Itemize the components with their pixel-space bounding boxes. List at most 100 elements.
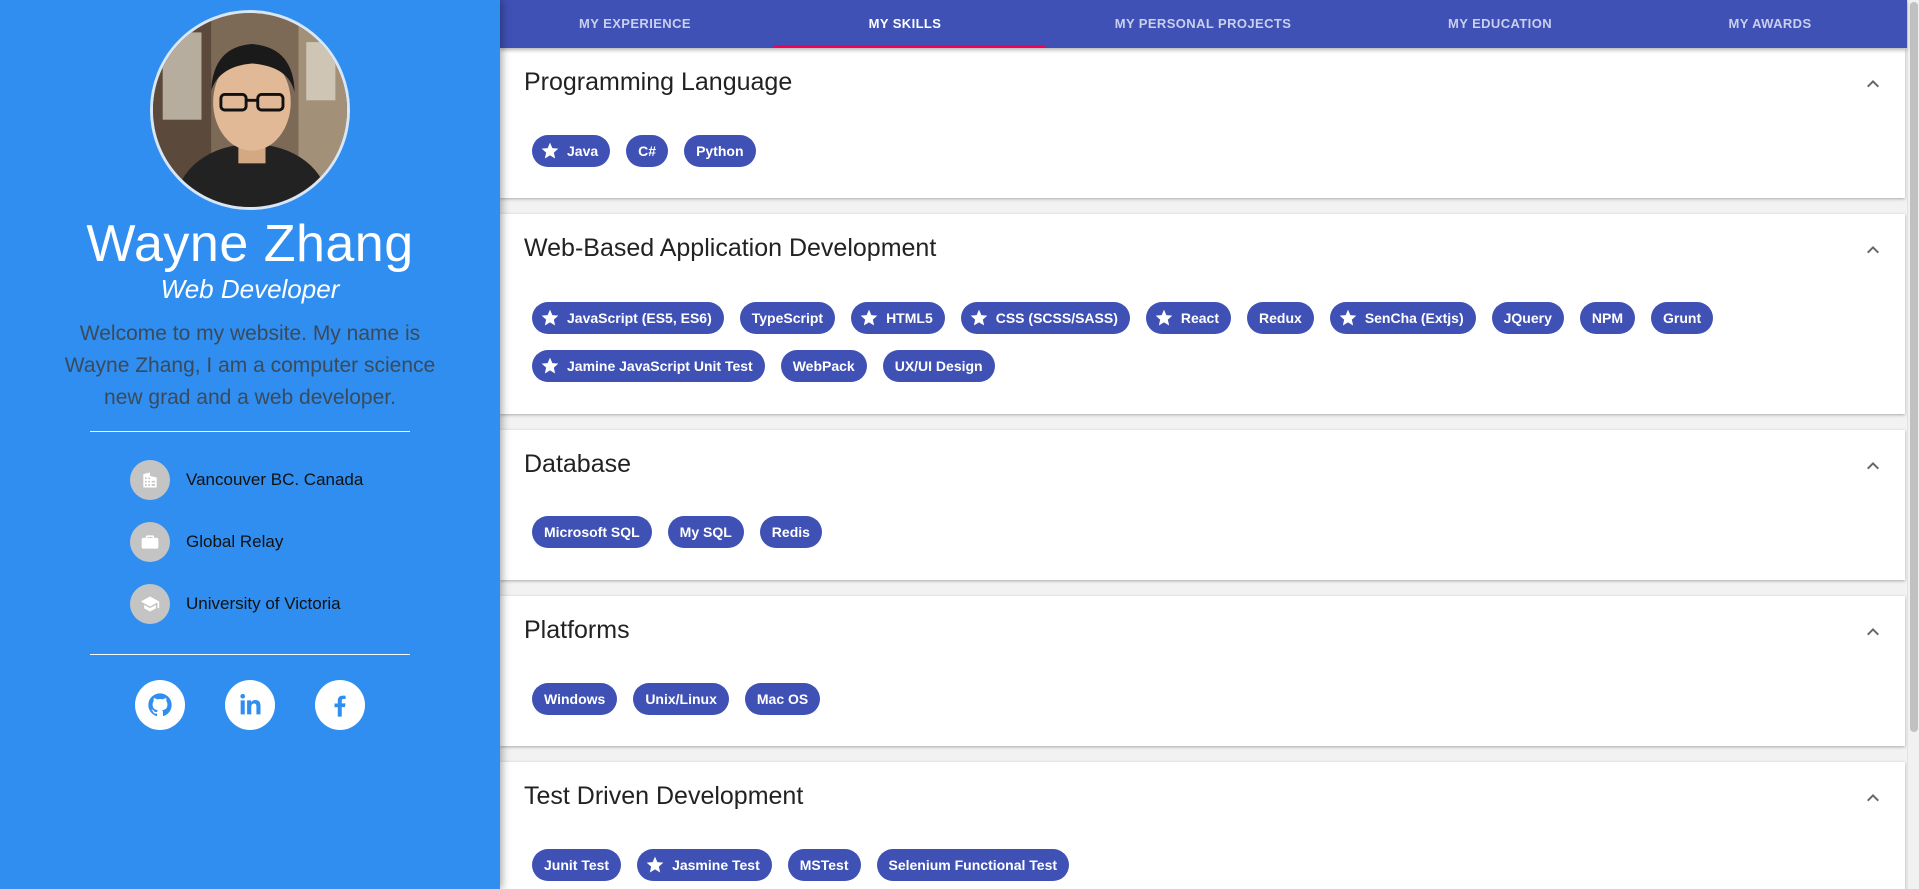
github-link[interactable]: [135, 680, 185, 730]
skill-chip[interactable]: TypeScript: [739, 302, 836, 334]
skill-chip-label: Jasmine Test: [672, 857, 760, 873]
star-icon: [540, 356, 560, 376]
skill-chip[interactable]: Grunt: [1651, 302, 1714, 334]
skill-chip-label: WebPack: [792, 358, 855, 374]
skill-chip[interactable]: React: [1145, 302, 1232, 334]
skill-chip-label: React: [1180, 310, 1220, 326]
skill-chip-label: Mac OS: [756, 691, 809, 707]
skill-chip[interactable]: C#: [626, 135, 669, 167]
chevron-up-icon[interactable]: [1861, 454, 1885, 478]
skill-chip[interactable]: Windows: [532, 683, 618, 715]
divider: [90, 431, 410, 432]
skill-chip-label: Grunt: [1663, 310, 1702, 326]
skill-chip[interactable]: SenCha (Extjs): [1329, 302, 1476, 334]
linkedin-link[interactable]: [225, 680, 275, 730]
skill-panel: Programming Language Java C# Python: [500, 48, 1905, 198]
chip-list: Java C# Python: [532, 135, 1873, 167]
info-location: Vancouver BC. Canada: [130, 460, 363, 500]
info-employer-text: Global Relay: [186, 532, 284, 551]
skill-chip-label: Junit Test: [544, 857, 610, 873]
skill-chip[interactable]: Redis: [759, 516, 822, 548]
skill-chip-label: Selenium Functional Test: [888, 857, 1058, 873]
skill-chip[interactable]: Microsoft SQL: [532, 516, 652, 548]
skill-chip-label: SenCha (Extjs): [1364, 310, 1464, 326]
skill-chip[interactable]: UX/UI Design: [882, 350, 995, 382]
profile-sidebar: Wayne Zhang Web Developer Welcome to my …: [0, 0, 500, 889]
divider: [90, 654, 410, 655]
skills-content: Programming Language Java C# Python Web-Ba…: [500, 48, 1907, 889]
skill-chip-label: Microsoft SQL: [544, 524, 640, 540]
chip-list: Junit Test Jasmine Test MSTest Selenium Fun…: [532, 849, 1873, 881]
panel-title[interactable]: Web-Based Application Development: [524, 234, 936, 263]
chip-list: Windows Unix/Linux Mac OS: [532, 683, 1873, 715]
github-icon: [148, 693, 172, 717]
profile-role: Web Developer: [160, 274, 340, 304]
tab-experience[interactable]: MY EXPERIENCE: [500, 0, 770, 48]
skill-chip-label: My SQL: [679, 524, 732, 540]
skill-chip[interactable]: Redux: [1247, 302, 1314, 334]
skill-chip[interactable]: HTML5: [851, 302, 945, 334]
skill-chip-label: Redux: [1259, 310, 1302, 326]
tab-awards[interactable]: MY AWARDS: [1635, 0, 1905, 48]
tab-education[interactable]: MY EDUCATION: [1365, 0, 1635, 48]
skill-chip-label: NPM: [1591, 310, 1623, 326]
skill-chip[interactable]: Selenium Functional Test: [876, 849, 1070, 881]
skill-chip[interactable]: Jasmine Test: [637, 849, 772, 881]
profile-photo: [153, 13, 347, 207]
skill-chip[interactable]: MSTest: [787, 849, 861, 881]
star-icon: [969, 308, 989, 328]
avatar: [150, 10, 350, 210]
graduation-cap-icon: [130, 584, 170, 624]
skill-chip-label: MSTest: [799, 857, 849, 873]
chevron-up-icon[interactable]: [1861, 238, 1885, 262]
skill-chip[interactable]: WebPack: [780, 350, 867, 382]
chevron-up-icon[interactable]: [1861, 72, 1885, 96]
skill-chip[interactable]: JQuery: [1491, 302, 1564, 334]
skill-chip-label: TypeScript: [751, 310, 824, 326]
info-school: University of Victoria: [130, 584, 341, 624]
skill-chip[interactable]: Junit Test: [532, 849, 622, 881]
star-icon: [540, 141, 560, 161]
active-tab-indicator: [773, 45, 1045, 48]
chip-list: JavaScript (ES5, ES6) TypeScript HTML5 CSS …: [532, 302, 1873, 382]
skill-chip-label: CSS (SCSS/SASS): [995, 310, 1118, 326]
facebook-icon: [334, 695, 346, 717]
star-icon: [540, 308, 560, 328]
panel-title[interactable]: Test Driven Development: [524, 782, 803, 811]
skill-chip[interactable]: NPM: [1579, 302, 1635, 334]
page-scrollbar[interactable]: [1907, 0, 1919, 889]
skill-chip-label: JavaScript (ES5, ES6): [567, 310, 712, 326]
skill-chip-label: Java: [567, 143, 599, 159]
skill-chip-label: C#: [638, 143, 657, 159]
skill-chip[interactable]: My SQL: [667, 516, 744, 548]
skill-chip[interactable]: Mac OS: [744, 683, 821, 715]
skill-chip[interactable]: Jamine JavaScript Unit Test: [532, 350, 765, 382]
skill-chip-label: Unix/Linux: [645, 691, 717, 707]
skill-chip[interactable]: CSS (SCSS/SASS): [960, 302, 1130, 334]
tab-personal-projects[interactable]: MY PERSONAL PROJECTS: [1068, 0, 1338, 48]
skill-chip-label: Python: [696, 143, 744, 159]
panel-title[interactable]: Platforms: [524, 616, 630, 645]
tab-skills[interactable]: MY SKILLS: [770, 0, 1040, 48]
facebook-link[interactable]: [315, 680, 365, 730]
briefcase-icon: [130, 522, 170, 562]
skill-panel: Platforms Windows Unix/Linux Mac OS: [500, 596, 1905, 746]
skill-panel: Database Microsoft SQL My SQL Redis: [500, 430, 1905, 580]
skill-chip[interactable]: Java: [532, 135, 611, 167]
skill-chip[interactable]: JavaScript (ES5, ES6): [532, 302, 724, 334]
building-icon: [130, 460, 170, 500]
skill-panel: Web-Based Application Development JavaSc…: [500, 214, 1905, 414]
skill-chip-label: UX/UI Design: [894, 358, 983, 374]
skill-chip[interactable]: Unix/Linux: [633, 683, 729, 715]
info-location-text: Vancouver BC. Canada: [186, 470, 364, 489]
skill-chip-label: JQuery: [1503, 310, 1552, 326]
skill-chip-label: Windows: [544, 691, 606, 707]
panel-title[interactable]: Database: [524, 450, 631, 479]
chevron-up-icon[interactable]: [1861, 620, 1885, 644]
panel-title[interactable]: Programming Language: [524, 68, 792, 97]
info-school-text: University of Victoria: [186, 594, 341, 613]
chevron-up-icon[interactable]: [1861, 786, 1885, 810]
star-icon: [645, 855, 665, 875]
skill-chip[interactable]: Python: [684, 135, 756, 167]
scrollbar-thumb[interactable]: [1910, 2, 1918, 732]
